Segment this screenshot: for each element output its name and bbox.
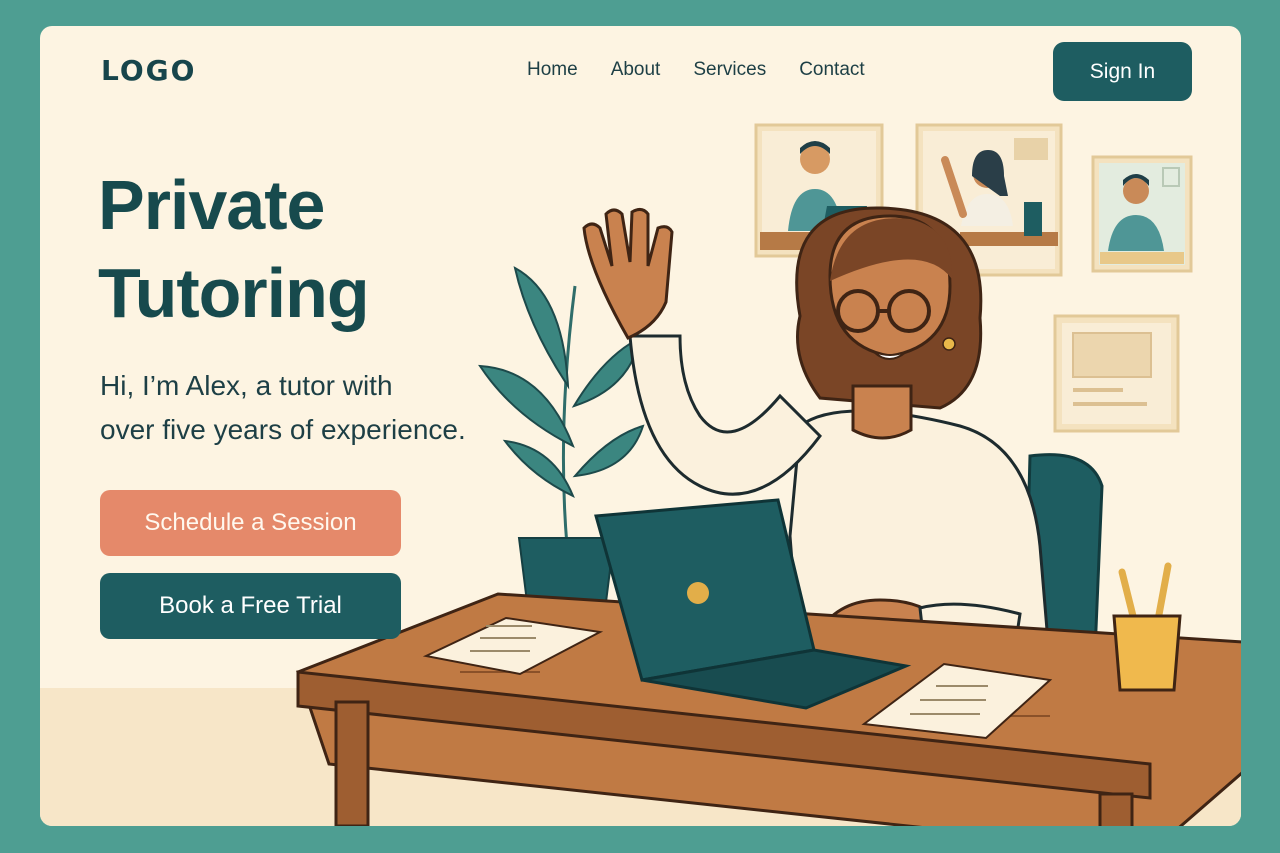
hero-title-line-2: Tutoring xyxy=(98,254,370,332)
hero-subtitle: Hi, I’m Alex, a tutor with over five yea… xyxy=(100,364,540,452)
schedule-session-button[interactable]: Schedule a Session xyxy=(100,490,401,556)
logo[interactable]: LOGO xyxy=(101,54,196,87)
page-frame: LOGO Home About Services Contact Sign In… xyxy=(40,26,1241,826)
hero-subtitle-line-1: Hi, I’m Alex, a tutor with xyxy=(100,370,393,401)
wall-document-frame xyxy=(1053,314,1180,433)
sign-in-button[interactable]: Sign In xyxy=(1053,42,1192,101)
wall-photo-student-writing xyxy=(1091,155,1193,273)
hero-subtitle-line-2: over five years of experience. xyxy=(100,414,466,445)
nav-link-home[interactable]: Home xyxy=(527,59,578,81)
book-free-trial-button[interactable]: Book a Free Trial xyxy=(100,573,401,639)
hero-title: Private Tutoring xyxy=(98,161,370,337)
hero-title-line-1: Private xyxy=(98,166,325,244)
nav-link-contact[interactable]: Contact xyxy=(799,59,864,81)
main-nav: Home About Services Contact xyxy=(527,59,898,81)
pencil-cup xyxy=(1112,562,1182,692)
nav-link-about[interactable]: About xyxy=(611,59,661,81)
nav-link-services[interactable]: Services xyxy=(693,59,766,81)
